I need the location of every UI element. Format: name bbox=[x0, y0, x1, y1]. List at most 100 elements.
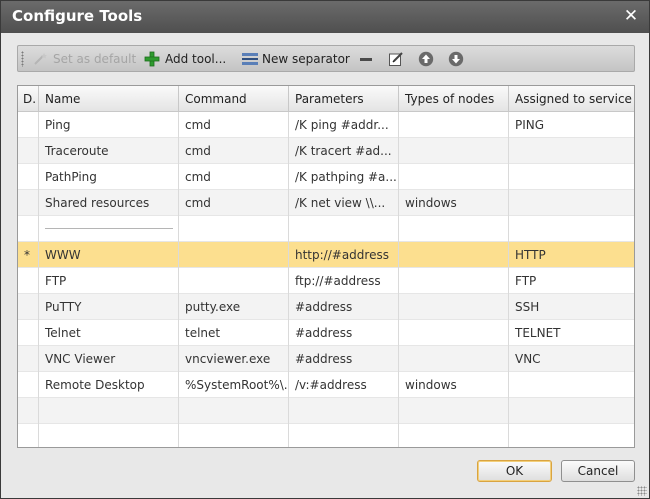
table-row[interactable]: Remote Desktop %SystemRoot%\... /v:#addr… bbox=[18, 372, 634, 398]
cell-command: %SystemRoot%\... bbox=[179, 372, 289, 398]
cell-parameters: #address bbox=[289, 346, 399, 372]
new-separator-button[interactable]: New separator bbox=[241, 49, 350, 69]
cell-types bbox=[399, 216, 509, 242]
cell-default bbox=[18, 294, 39, 320]
dialog-title: Configure Tools bbox=[12, 7, 143, 25]
cell-empty bbox=[18, 424, 39, 447]
table-row[interactable]: Ping cmd /K ping #addr... PING bbox=[18, 112, 634, 138]
table-row[interactable]: PathPing cmd /K pathping #a... bbox=[18, 164, 634, 190]
cell-service: TELNET bbox=[515, 326, 561, 340]
cell-name: VNC Viewer bbox=[39, 346, 179, 372]
cell-command: cmd bbox=[179, 164, 289, 190]
cell-command: putty.exe bbox=[179, 294, 289, 320]
cell-default: * bbox=[18, 242, 39, 268]
cell-empty bbox=[39, 398, 179, 424]
cell-types: windows bbox=[399, 190, 509, 216]
cell-default bbox=[18, 138, 39, 164]
move-down-button[interactable] bbox=[448, 49, 464, 69]
cell-name: Telnet bbox=[39, 320, 179, 346]
cell-types: windows bbox=[399, 372, 509, 398]
cell-parameters: /K net view \\... bbox=[289, 190, 399, 216]
cell-name: FTP bbox=[39, 268, 179, 294]
table-row[interactable]: VNC Viewer vncviewer.exe #address VNC bbox=[18, 346, 634, 372]
cell-empty bbox=[509, 398, 634, 424]
cell-parameters: http://#address bbox=[289, 242, 399, 268]
cell-empty bbox=[289, 424, 399, 447]
cell-name: PuTTY bbox=[39, 294, 179, 320]
cell-service: SSH bbox=[515, 300, 540, 314]
cell-default bbox=[18, 164, 39, 190]
configure-tools-dialog: Configure Tools ✕ Set as default Add too… bbox=[0, 0, 650, 499]
cell-parameters: /K tracert #ad... bbox=[289, 138, 399, 164]
cell-parameters: ftp://#address bbox=[289, 268, 399, 294]
separator-row[interactable] bbox=[18, 216, 634, 242]
cell-default bbox=[18, 112, 39, 138]
add-tool-label: Add tool... bbox=[165, 52, 227, 66]
column-header-default[interactable]: D. bbox=[18, 86, 39, 112]
close-icon[interactable]: ✕ bbox=[623, 7, 639, 25]
cell-service bbox=[509, 138, 634, 164]
cell-command: cmd bbox=[179, 138, 289, 164]
cell-parameters: #address bbox=[289, 320, 399, 346]
move-up-button[interactable] bbox=[418, 49, 434, 69]
separator-icon bbox=[241, 51, 258, 67]
cell-name: WWW bbox=[39, 242, 179, 268]
cell-parameters bbox=[289, 216, 399, 242]
arrow-down-icon bbox=[448, 51, 464, 67]
column-header-command[interactable]: Command bbox=[179, 86, 289, 112]
cell-types bbox=[399, 268, 509, 294]
grid-header: D. Name Command Parameters Types of node… bbox=[18, 86, 634, 112]
remove-button[interactable] bbox=[358, 49, 374, 69]
table-row[interactable]: Telnet telnet #address TELNET bbox=[18, 320, 634, 346]
column-header-types-of-nodes[interactable]: Types of nodes bbox=[399, 86, 509, 112]
cell-empty bbox=[399, 424, 509, 447]
toolbar-grip bbox=[21, 51, 24, 67]
cell-command: cmd bbox=[179, 112, 289, 138]
cell-command: telnet bbox=[179, 320, 289, 346]
cell-types bbox=[399, 138, 509, 164]
cell-service bbox=[509, 216, 634, 242]
cell-types bbox=[399, 346, 509, 372]
table-row[interactable]: FTP ftp://#address FTP bbox=[18, 268, 634, 294]
table-row-selected[interactable]: * WWW http://#address HTTP bbox=[18, 242, 634, 268]
title-bar[interactable]: Configure Tools ✕ bbox=[1, 1, 649, 33]
table-row[interactable]: PuTTY putty.exe #address SSH bbox=[18, 294, 634, 320]
cell-service bbox=[509, 372, 634, 398]
cell-default bbox=[18, 190, 39, 216]
cancel-button[interactable]: Cancel bbox=[561, 460, 635, 482]
cell-name: PathPing bbox=[39, 164, 179, 190]
cell-parameters: /v:#address bbox=[289, 372, 399, 398]
cell-command bbox=[179, 268, 289, 294]
new-separator-label: New separator bbox=[262, 52, 350, 66]
cell-default bbox=[18, 320, 39, 346]
cell-default bbox=[18, 268, 39, 294]
cell-service: PING bbox=[515, 118, 545, 132]
cell-types bbox=[399, 242, 509, 268]
cell-default bbox=[18, 346, 39, 372]
cell-service bbox=[509, 190, 634, 216]
plus-icon bbox=[144, 51, 160, 67]
column-header-name[interactable]: Name bbox=[39, 86, 179, 112]
column-header-parameters[interactable]: Parameters bbox=[289, 86, 399, 112]
column-header-assigned-service[interactable]: Assigned to service bbox=[509, 86, 634, 112]
cell-command: cmd bbox=[179, 190, 289, 216]
cell-command bbox=[179, 216, 289, 242]
edit-button[interactable] bbox=[388, 49, 404, 69]
resize-grip[interactable] bbox=[637, 486, 647, 496]
minus-icon bbox=[358, 51, 374, 67]
cell-name: Ping bbox=[39, 112, 179, 138]
empty-row bbox=[18, 398, 634, 424]
cell-service bbox=[509, 164, 634, 190]
edit-icon bbox=[388, 51, 404, 67]
wand-icon bbox=[32, 51, 48, 67]
cell-name: Remote Desktop bbox=[39, 372, 179, 398]
table-row[interactable]: Traceroute cmd /K tracert #ad... bbox=[18, 138, 634, 164]
table-row[interactable]: Shared resources cmd /K net view \\... w… bbox=[18, 190, 634, 216]
set-as-default-button[interactable]: Set as default bbox=[32, 49, 136, 69]
cell-empty bbox=[179, 398, 289, 424]
add-tool-button[interactable]: Add tool... bbox=[144, 49, 226, 69]
cell-empty bbox=[509, 424, 634, 447]
tools-grid: D. Name Command Parameters Types of node… bbox=[17, 85, 635, 448]
set-as-default-label: Set as default bbox=[53, 52, 137, 66]
ok-button[interactable]: OK bbox=[477, 460, 552, 482]
